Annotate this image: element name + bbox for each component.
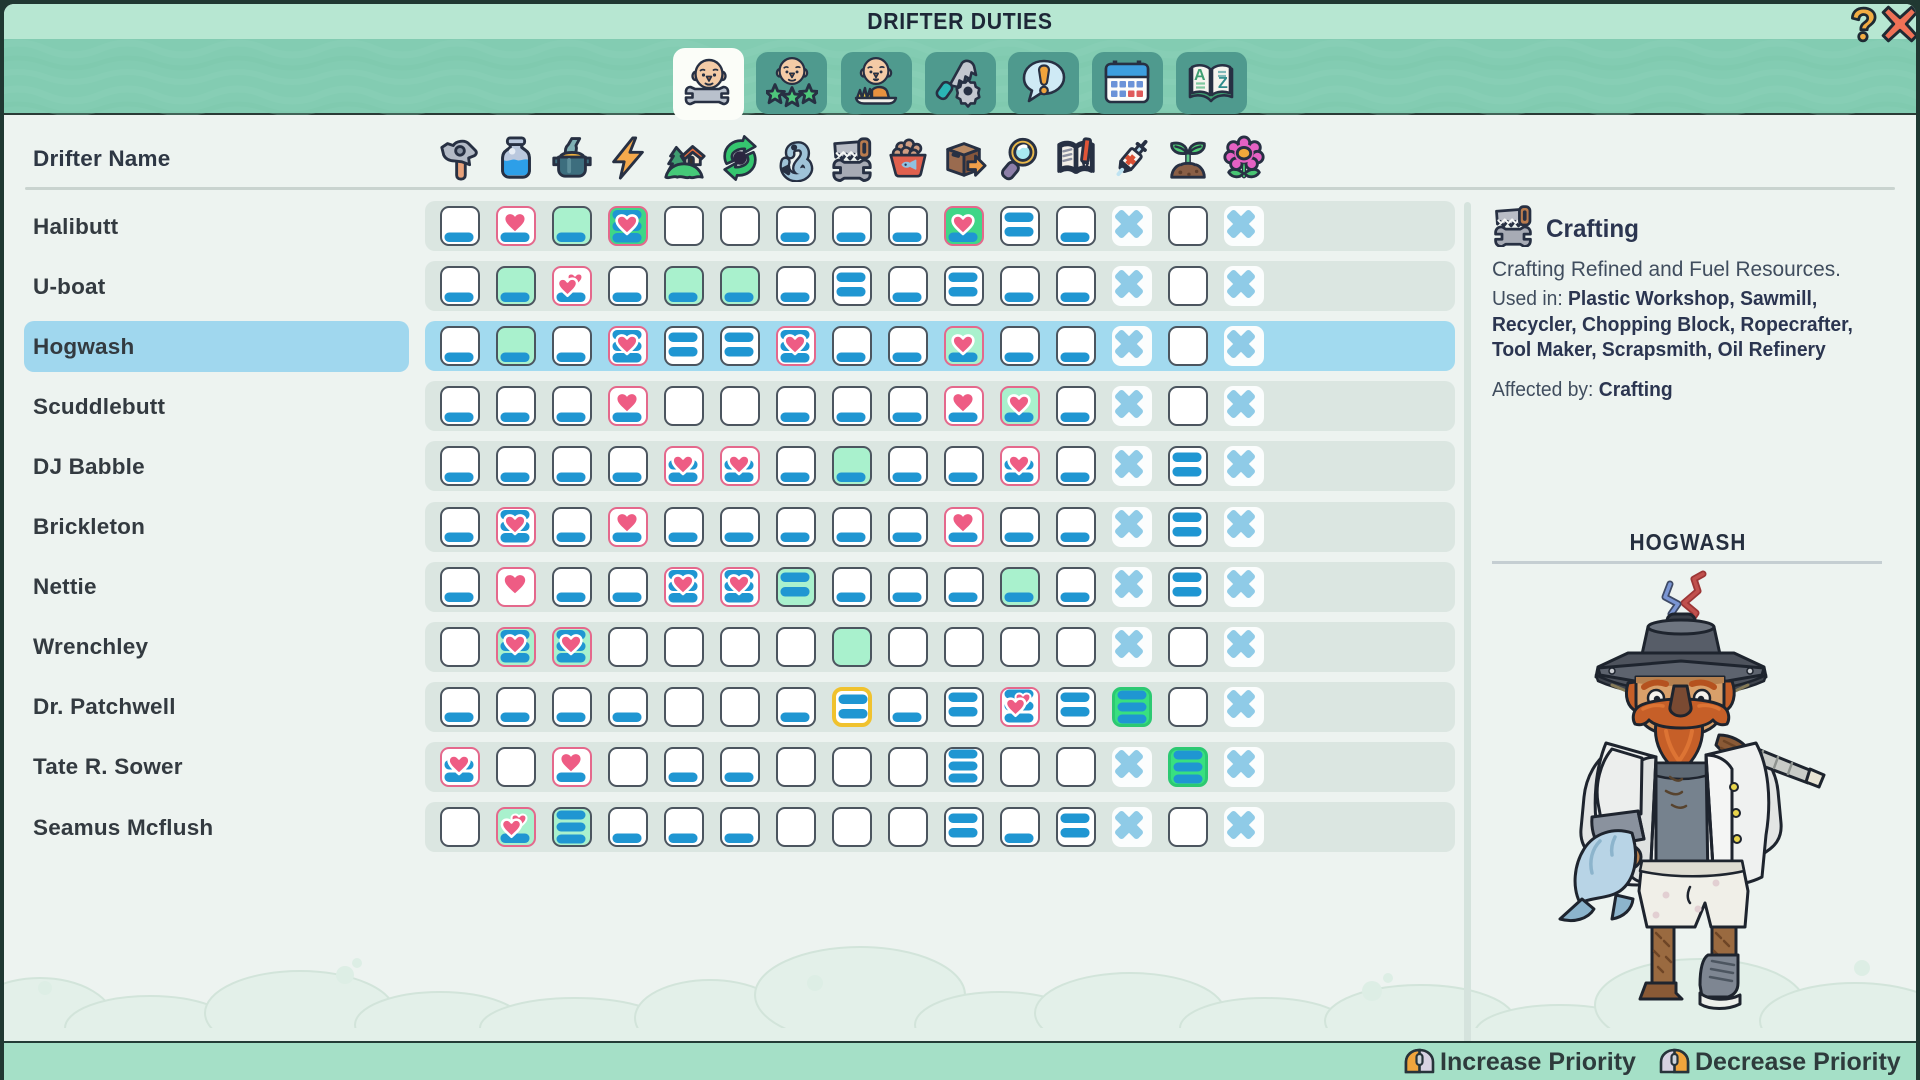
svg-text:A: A (1194, 67, 1206, 84)
svg-text:Z: Z (1218, 75, 1228, 92)
